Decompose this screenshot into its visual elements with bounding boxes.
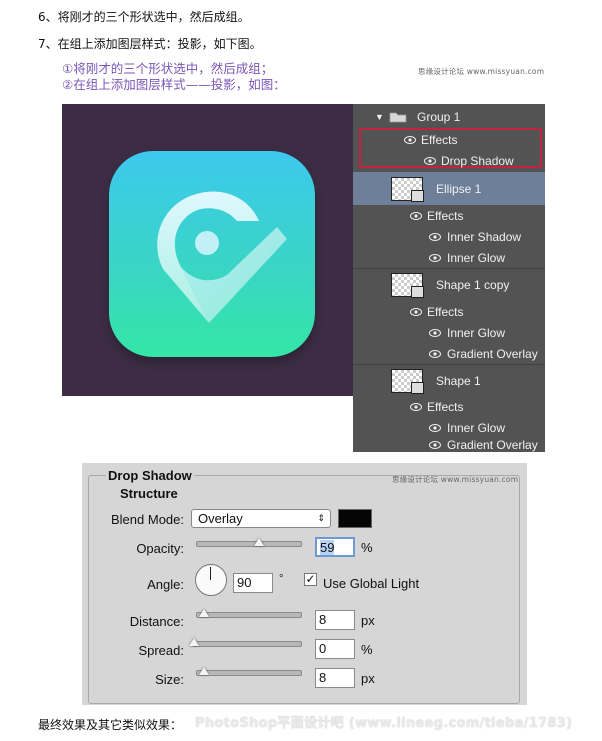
inner-glow-effect-row[interactable]: Inner Glow (353, 322, 545, 343)
slider-knob[interactable] (199, 667, 209, 675)
effect-name: Inner Glow (447, 420, 506, 435)
layer-name: Shape 1 (436, 373, 481, 388)
opacity-input[interactable]: 59 (315, 537, 355, 557)
inner-shadow-effect-row[interactable]: Inner Shadow (353, 226, 545, 247)
layer-group-1[interactable]: ▼ Group 1 (353, 104, 545, 129)
eye-icon[interactable] (410, 307, 422, 316)
angle-dial[interactable] (195, 564, 227, 596)
eye-icon[interactable] (429, 423, 441, 432)
size-slider[interactable] (196, 667, 302, 676)
distance-label: Distance: (129, 614, 184, 629)
layer-name: Ellipse 1 (436, 181, 482, 196)
effect-name: Drop Shadow (441, 153, 514, 168)
layer-thumbnail (391, 176, 424, 202)
global-light-checkbox[interactable]: ✓ (304, 573, 317, 586)
opacity-slider[interactable] (196, 538, 302, 547)
caption-text: 最终效果及其它类似效果： (38, 718, 183, 732)
distance-input[interactable]: 8 (315, 610, 355, 630)
ellipse-effects-row[interactable]: Effects (353, 205, 545, 226)
folder-icon (389, 112, 407, 123)
footer-watermark: PhotoShop平面设计吧 (www.lineeg.com/tieba/178… (195, 716, 573, 731)
app-icon (109, 151, 315, 357)
size-input[interactable]: 8 (315, 668, 355, 688)
size-unit: px (361, 671, 375, 686)
step-7-text: 7、在组上添加图层样式：投影，如下图。 (38, 37, 262, 51)
slider-knob[interactable] (254, 538, 264, 546)
effect-name: Inner Glow (447, 250, 506, 265)
layer-shape-1-copy[interactable]: Shape 1 copy (353, 269, 545, 301)
eye-icon[interactable] (429, 232, 441, 241)
eye-icon[interactable] (410, 402, 422, 411)
watermark-dialog: 思缘设计论坛 www.missyuan.com (392, 475, 519, 484)
gradient-overlay-effect-row[interactable]: Gradient Overlay (353, 438, 545, 452)
step-6-text: 6、将刚才的三个形状选中，然后成组。 (38, 10, 250, 24)
note-2: ②在组上添加图层样式——投影，如图： (62, 77, 286, 92)
effect-name: Inner Shadow (447, 229, 522, 244)
layer-thumbnail (391, 273, 424, 298)
inner-glow-effect-row[interactable]: Inner Glow (353, 247, 545, 268)
slider-knob[interactable] (199, 609, 209, 617)
gradient-overlay-effect-row[interactable]: Gradient Overlay (353, 343, 545, 364)
layer-name: Group 1 (417, 109, 461, 124)
effect-name: Gradient Overlay (447, 438, 538, 452)
distance-unit: px (361, 613, 375, 628)
blend-mode-select[interactable]: Overlay ⇕ (191, 509, 331, 528)
inner-glow-effect-row[interactable]: Inner Glow (353, 417, 545, 438)
eye-icon[interactable] (429, 441, 441, 449)
layer-name: Shape 1 copy (436, 278, 510, 292)
size-label: Size: (155, 672, 184, 687)
layers-panel: ▼ Group 1 Effects Drop Shadow Ellipse 1 … (353, 104, 545, 452)
eye-icon[interactable] (410, 211, 422, 220)
updown-arrow-icon: ⇕ (317, 513, 325, 523)
watermark-top: 思缘设计论坛 www.missyuan.com (418, 67, 545, 76)
structure-heading: Structure (120, 486, 178, 501)
blend-mode-label: Blend Mode: (111, 512, 184, 527)
figure-notes: ①将刚才的三个形状选中，然后成组； ②在组上添加图层样式——投影，如图： (62, 61, 286, 93)
eye-icon[interactable] (424, 156, 436, 165)
drop-shadow-dialog: Drop Shadow Structure Blend Mode: Overla… (82, 463, 527, 705)
location-pin-icon (157, 191, 287, 323)
distance-slider[interactable] (196, 609, 302, 618)
layer-shape-1[interactable]: Shape 1 (353, 365, 545, 396)
eye-icon[interactable] (429, 328, 441, 337)
effect-name: Inner Glow (447, 325, 506, 340)
effect-name: Gradient Overlay (447, 346, 538, 361)
spread-unit: % (361, 642, 373, 657)
shadow-color-swatch[interactable] (338, 509, 372, 528)
effects-label: Effects (427, 208, 464, 223)
effects-label: Effects (421, 132, 458, 147)
effects-label: Effects (427, 304, 464, 319)
disclosure-triangle-icon[interactable]: ▼ (375, 112, 384, 122)
shape-copy-effects-row[interactable]: Effects (353, 301, 545, 322)
note-1: ①将刚才的三个形状选中，然后成组； (62, 61, 274, 76)
spread-input[interactable]: 0 (315, 639, 355, 659)
shape-effects-row[interactable]: Effects (353, 396, 545, 417)
opacity-unit: % (361, 540, 373, 555)
opacity-label: Opacity: (136, 541, 184, 556)
eye-icon[interactable] (429, 349, 441, 358)
layer-thumbnail (391, 368, 424, 394)
artboard-canvas (62, 104, 354, 396)
dialog-title: Drop Shadow (106, 468, 194, 483)
spread-label: Spread: (138, 643, 184, 658)
global-light-label: Use Global Light (323, 576, 420, 591)
angle-unit: ° (279, 573, 284, 585)
blend-mode-value: Overlay (198, 511, 243, 526)
spread-slider[interactable] (189, 638, 302, 647)
angle-input[interactable]: 90 (233, 573, 273, 593)
group-effects-row[interactable]: Effects (353, 129, 545, 150)
effects-label: Effects (427, 399, 464, 414)
eye-icon[interactable] (429, 253, 441, 262)
layer-ellipse-1[interactable]: Ellipse 1 (353, 172, 545, 205)
eye-icon[interactable] (404, 135, 416, 144)
angle-label: Angle: (147, 577, 184, 592)
slider-knob[interactable] (189, 638, 199, 646)
drop-shadow-effect-row[interactable]: Drop Shadow (353, 150, 545, 171)
